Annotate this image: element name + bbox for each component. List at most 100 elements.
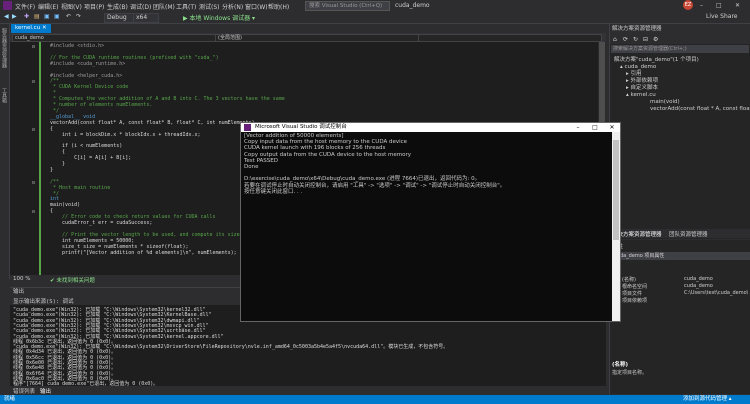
menu-team[interactable]: 团队(M) [153,2,175,11]
new-project-icon[interactable]: ✚ [24,13,29,20]
solution-tree-item[interactable]: ▴ cuda_demo [620,64,656,70]
property-name: (名称) [622,277,636,283]
solution-tree-item[interactable]: ▴ kernel.cu [626,92,656,98]
code-line: #include <helper_cuda.h> [50,72,123,79]
platform-select[interactable]: x64 [133,13,159,23]
maximize-icon[interactable]: □ [716,2,722,9]
console-line: Test PASSED [244,157,278,164]
issues-status: ✔ 未找到相关问题 [50,278,95,284]
console-maximize-icon[interactable]: □ [588,123,602,132]
solution-tree-item[interactable]: main(void) [650,99,680,105]
console-close-icon[interactable]: ✕ [605,123,619,132]
save-all-icon[interactable]: ▣ [54,13,60,20]
line-gutter: ⊟ ⊟ ⊟ ⊟ ⊟ [10,42,41,275]
redo-icon[interactable]: ↷ [76,13,81,20]
solution-explorer: 解决方案资源管理器 ⌂ ⟳ ↻ ⊟ ⚙ 搜索解决方案资源管理器(Ctrl+;) … [609,24,750,239]
status-ready: 就绪 [4,396,16,402]
menu-debug[interactable]: 调试(D) [130,2,151,11]
menu-project[interactable]: 项目(P) [84,2,104,11]
menu-analyze[interactable]: 分析(N) [222,2,243,11]
debug-console-window[interactable]: Microsoft Visual Studio 调试控制台 – □ ✕ [Vec… [240,122,621,322]
save-icon[interactable]: ▣ [44,13,50,20]
live-share-button[interactable]: Live Share [706,13,737,20]
forward-icon[interactable]: ▶ [12,13,17,20]
undo-icon[interactable]: ↶ [66,13,71,20]
tab-close-icon[interactable]: ✕ [42,25,47,31]
property-value[interactable]: C:\Users\test\cuda_demo\cuda [684,290,748,296]
fold-toggle-icon[interactable]: ⊟ [32,180,35,186]
fold-toggle-icon[interactable]: ⊟ [32,44,35,50]
console-line: Done [244,164,259,170]
solution-tree-item[interactable]: ▸ 外部依赖项 [626,78,658,84]
console-line: CUDA kernel launch with 196 blocks of 25… [244,145,386,152]
fold-toggle-icon[interactable]: ⊟ [32,79,35,85]
solution-search-input[interactable]: 搜索解决方案资源管理器(Ctrl+;) [611,45,749,53]
project-scope-select[interactable]: cuda_demo [12,34,216,42]
properties-panel: 属性 cuda_demo 项目属性 (名称)cuda_demo根命名空间cuda… [609,240,750,394]
menu-help[interactable]: 帮助(H) [268,2,289,11]
sync-icon[interactable]: ⟳ [623,36,628,43]
open-icon[interactable]: ▤ [34,13,40,20]
tab-output[interactable]: 输出 [40,387,51,395]
solution-tree-item[interactable]: vectorAdd(const float * A, const float *… [650,106,750,112]
visual-studio-logo-icon [3,1,12,10]
configuration-select[interactable]: Debug [104,13,134,23]
refresh-icon[interactable]: ↻ [633,36,638,43]
property-name: 根命名空间 [622,284,648,290]
global-scope-select[interactable]: (全局范围) [215,34,419,42]
console-minimize-icon[interactable]: – [571,123,585,132]
solution-tree-item[interactable]: ▸ 自定义脚本 [626,85,658,91]
toolbox-tab[interactable]: 工具箱 [1,88,8,103]
code-line: main(void) [50,202,81,209]
server-explorer-tab[interactable]: 服务器资源管理器 [1,28,8,68]
solution-tree-item[interactable]: 解决方案"cuda_demo"(1 个项目) [614,57,699,63]
back-icon[interactable]: ◀ [4,13,9,20]
navigation-bar: cuda_demo (全局范围) [10,33,606,42]
tab-error-list[interactable]: 错误列表 [13,387,35,395]
menu-tools[interactable]: 工具(T) [176,2,196,11]
minimize-icon[interactable]: – [700,2,703,9]
solution-explorer-title: 解决方案资源管理器 [610,24,750,34]
zoom-level[interactable]: 100 % [13,276,30,282]
fold-toggle-icon[interactable]: ⊟ [32,209,35,215]
status-bar: 就绪 添加到源代码管理 ▴ [0,395,750,404]
properties-icon[interactable]: ⚙ [653,36,658,43]
title-bar: 文件(F) 编辑(E) 视图(V) 项目(P) 生成(B) 调试(D) 团队(M… [0,0,750,11]
properties-object-select[interactable]: cuda_demo 项目属性 [612,252,750,260]
property-description-title: (名称) [612,362,629,368]
output-source-select[interactable]: 显示输出来源(S): 调试 [13,297,74,305]
code-line: } [50,166,54,173]
change-indicator [39,42,41,275]
close-icon[interactable]: ✕ [735,2,740,9]
console-title-bar: Microsoft Visual Studio 调试控制台 – □ ✕ [241,123,620,132]
avatar[interactable]: EZ [683,0,693,10]
property-value[interactable]: cuda_demo [684,276,748,282]
code-line: #include <cuda_runtime.h> [50,60,126,67]
code-line: * CUDA Kernel Device code [50,84,129,91]
home-icon[interactable]: ⌂ [613,36,617,43]
menu-build[interactable]: 生成(B) [107,2,128,11]
search-input[interactable]: 搜索 Visual Studio (Ctrl+Q) [305,1,390,11]
tab-team-explorer[interactable]: 团队资源管理器 [669,230,708,238]
code-line: * number of elements numElements. [50,102,153,108]
console-app-icon [244,124,251,131]
property-value[interactable]: cuda_demo [684,283,748,289]
tab-kernel-cu[interactable]: kernel.cu ✕ [11,24,51,33]
console-scrollbar-thumb[interactable] [613,140,619,240]
fold-toggle-icon[interactable]: ⊟ [32,127,35,133]
solution-tree-item[interactable]: ▸ 引用 [626,71,642,77]
menu-window[interactable]: 窗口(W) [245,2,268,11]
add-to-source-control[interactable]: 添加到源代码管理 ▴ [683,395,732,404]
solution-explorer-toolbar: ⌂ ⟳ ↻ ⊟ ⚙ [610,34,750,44]
console-scrollbar[interactable] [612,132,620,321]
solution-explorer-tabs: 解决方案资源管理器 团队资源管理器 [609,229,750,238]
menu-view[interactable]: 视图(V) [61,2,82,11]
code-line: #include <stdio.h> [50,43,105,49]
code-line: int i = blockDim.x * blockIdx.x + thread… [50,131,201,138]
collapse-all-icon[interactable]: ⊟ [643,36,648,43]
menu-edit[interactable]: 编辑(E) [38,2,58,11]
menu-test[interactable]: 测试(S) [199,2,220,11]
menu-file[interactable]: 文件(F) [15,2,35,11]
member-select[interactable] [418,34,602,42]
start-debugger-button[interactable]: ▶ 本地 Windows 调试器 ▾ [183,13,255,22]
